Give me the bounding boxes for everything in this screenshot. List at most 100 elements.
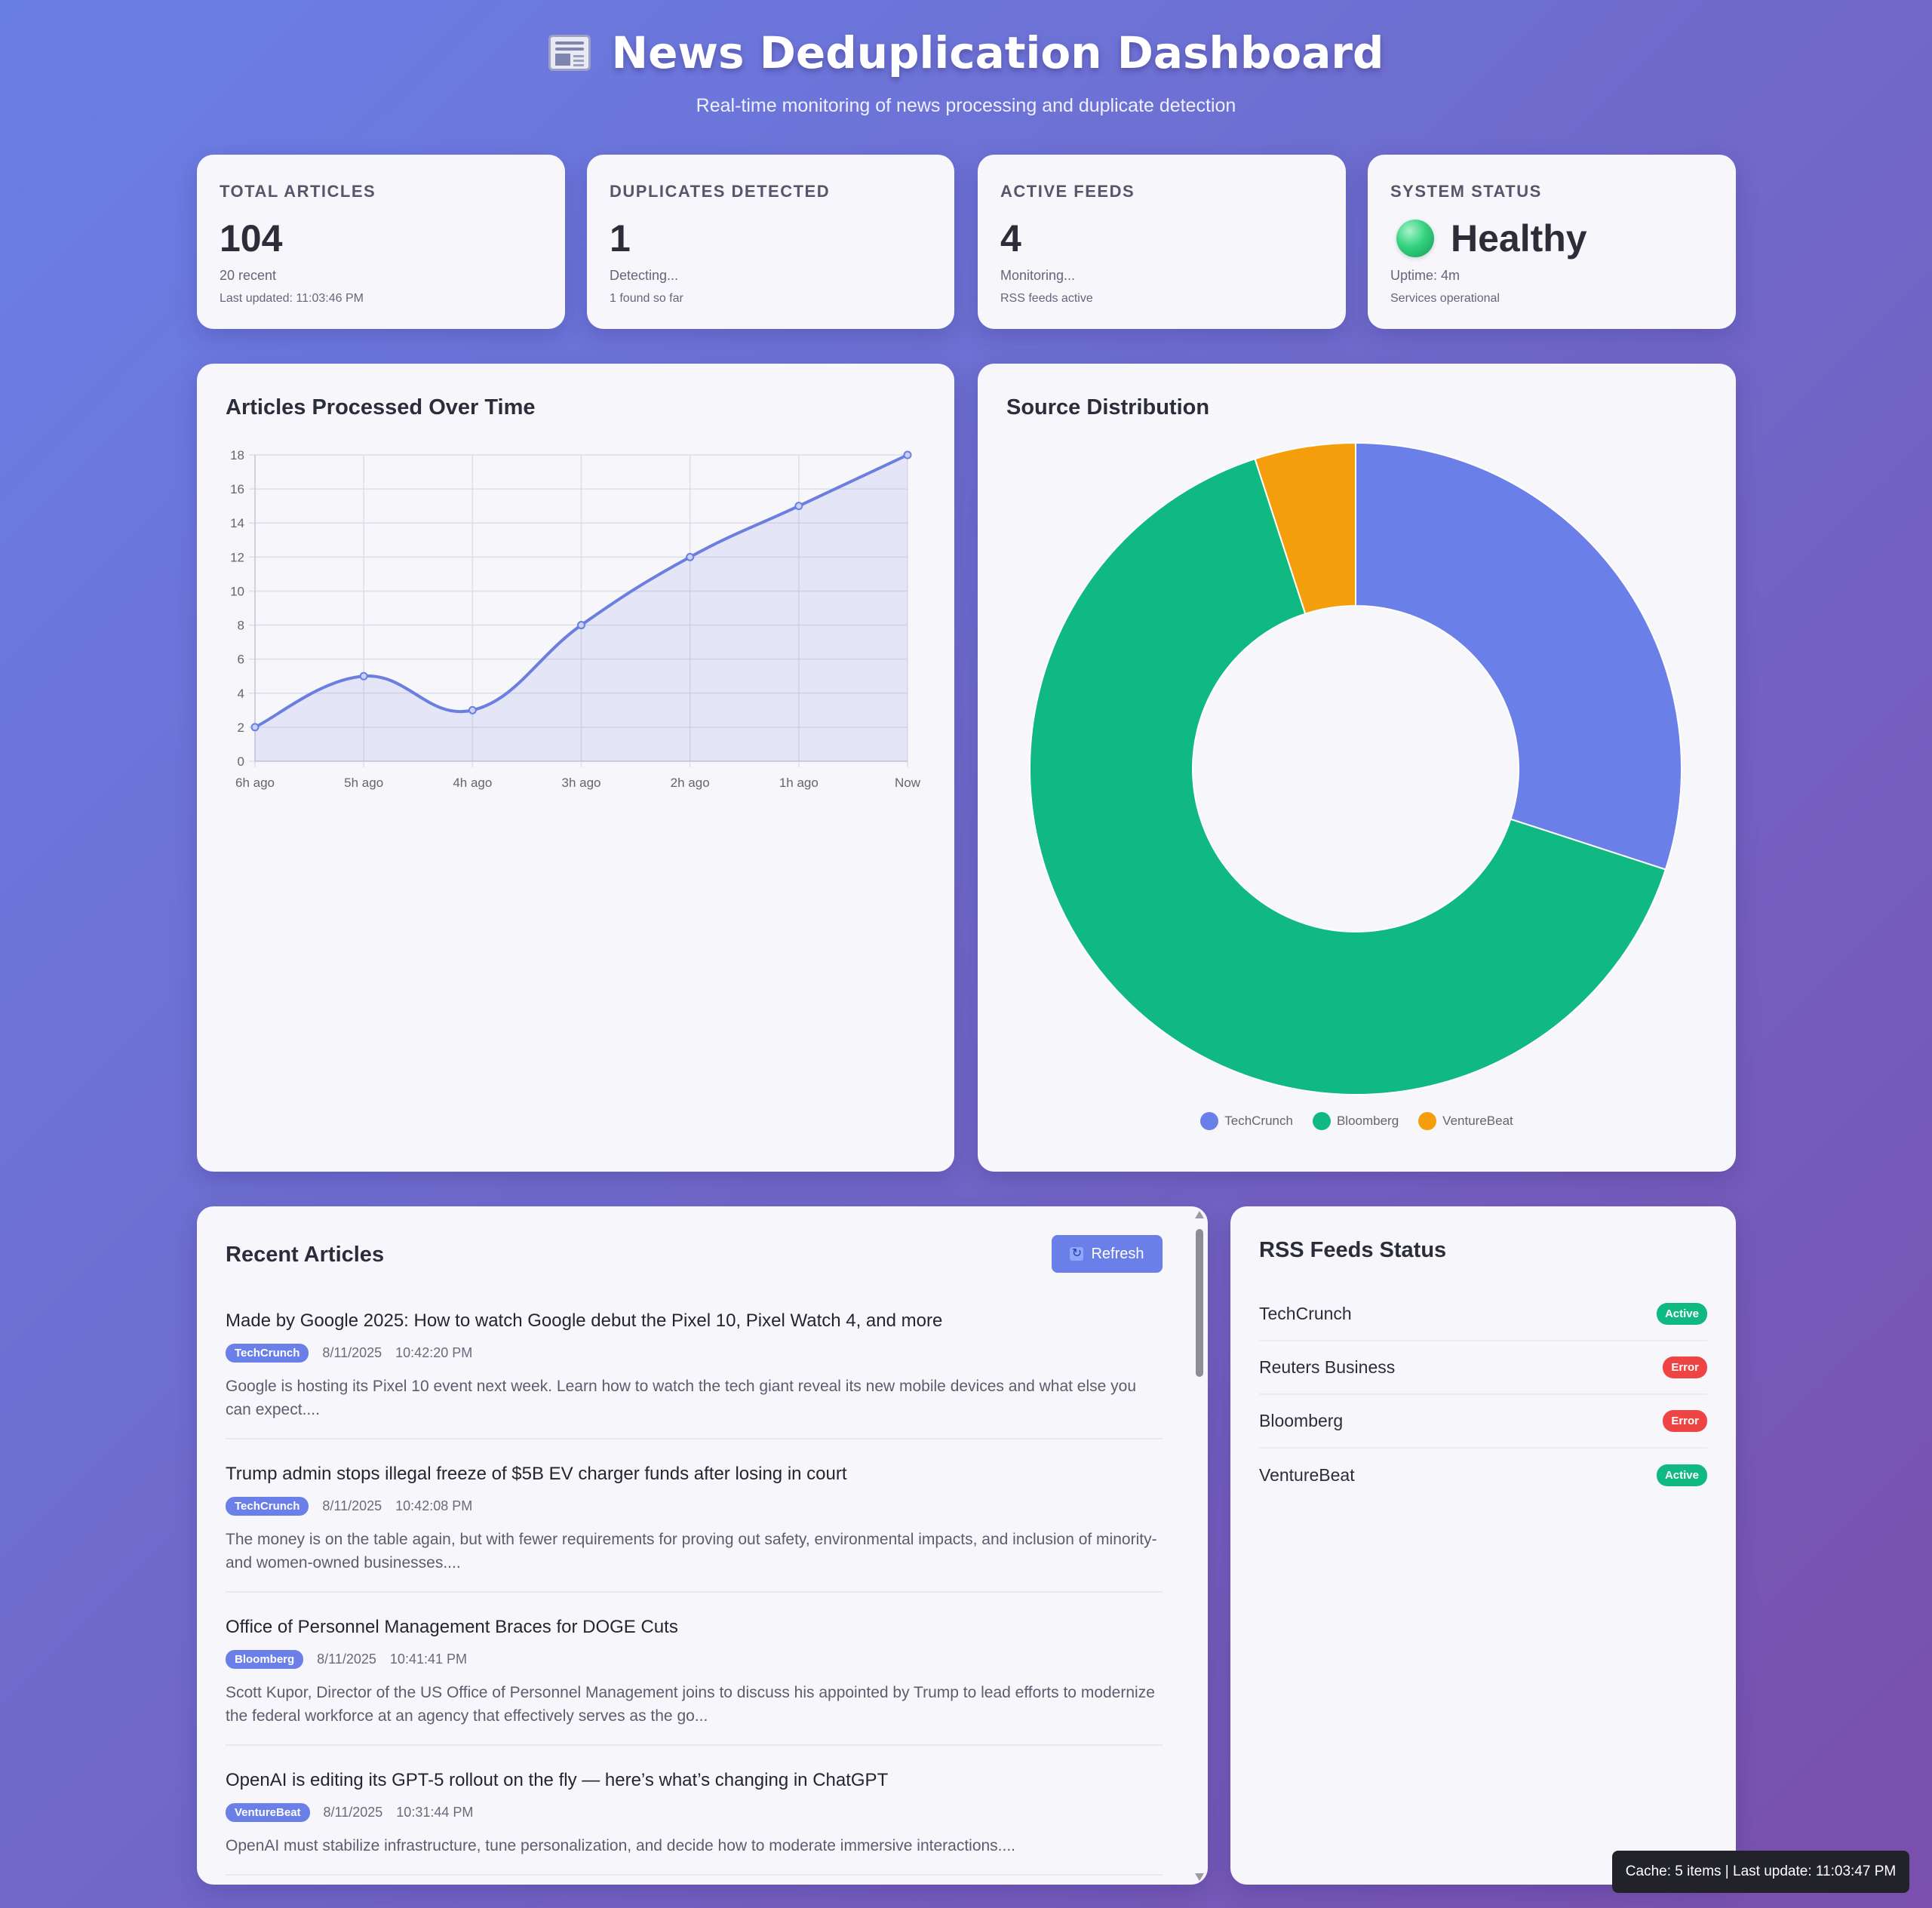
scroll-down-icon[interactable]	[1195, 1873, 1204, 1881]
feed-row: TechCrunch Active	[1259, 1288, 1707, 1341]
x-tick-label: 4h ago	[453, 776, 492, 790]
data-point	[359, 671, 368, 681]
stat-subtext: Services operational	[1390, 292, 1500, 305]
donut-slice-techcrunch	[1355, 441, 1682, 871]
stat-subtext: 1 found so far	[610, 292, 683, 305]
donut-chart	[1029, 441, 1682, 1095]
stat-label: TOTAL ARTICLES	[220, 182, 376, 201]
feed-name: TechCrunch	[1259, 1304, 1352, 1323]
refresh-label: Refresh	[1091, 1245, 1144, 1262]
refresh-icon: ↻	[1070, 1247, 1084, 1261]
page-header: News Deduplication Dashboard Real-time m…	[0, 27, 1932, 117]
x-tick-label: Now	[895, 776, 921, 790]
stat-subtext: Detecting...	[610, 268, 679, 283]
article-date: 8/11/2025	[322, 1498, 382, 1513]
legend-label: Bloomberg	[1336, 1114, 1399, 1128]
feed-row: Bloomberg Error	[1259, 1395, 1707, 1449]
data-point	[686, 552, 695, 561]
legend-swatch	[1312, 1112, 1331, 1130]
article-title[interactable]: OpenAI is editing its GPT-5 rollout on t…	[226, 1770, 1163, 1791]
article-meta: Bloomberg 8/11/2025 10:41:41 PM	[226, 1650, 1163, 1669]
cache-status-toast: Cache: 5 items | Last update: 11:03:47 P…	[1612, 1851, 1909, 1893]
data-point	[250, 723, 260, 732]
scroll-up-icon[interactable]	[1195, 1211, 1204, 1218]
data-point	[903, 450, 912, 459]
stat-card-total-articles: TOTAL ARTICLES 104 20 recent Last update…	[197, 155, 565, 329]
article-description: Scott Kupor, Director of the US Office o…	[226, 1684, 1155, 1725]
stat-label: ACTIVE FEEDS	[1000, 182, 1135, 201]
article-time: 10:41:41 PM	[389, 1651, 467, 1667]
article-item[interactable]: OpenAI is editing its GPT-5 rollout on t…	[226, 1770, 1163, 1876]
feeds-list: TechCrunch Active Reuters Business Error Blo…	[1259, 1288, 1707, 1502]
stat-card-system-status: SYSTEM STATUS Healthy Uptime: 4m Service…	[1368, 155, 1736, 329]
stat-value: Healthy	[1451, 217, 1587, 260]
feed-status-badge: Error	[1663, 1356, 1707, 1378]
article-title[interactable]: Office of Personnel Management Braces fo…	[226, 1617, 1163, 1638]
legend-swatch	[1200, 1112, 1219, 1130]
recent-articles-card: Recent Articles ↻ Refresh Made by Google…	[197, 1206, 1208, 1885]
stat-subtext: 20 recent	[220, 268, 277, 283]
y-tick-label: 14	[230, 516, 244, 530]
refresh-button[interactable]: ↻ Refresh	[1052, 1235, 1163, 1273]
source-badge: Bloomberg	[226, 1650, 304, 1669]
article-item[interactable]: Trump admin stops illegal freeze of $5B …	[226, 1464, 1163, 1593]
stat-subtext: Last updated: 11:03:46 PM	[220, 292, 364, 305]
stat-subtext: Monitoring...	[1000, 268, 1076, 283]
article-item[interactable]: Office of Personnel Management Braces fo…	[226, 1617, 1163, 1746]
y-tick-label: 0	[238, 754, 244, 769]
article-date: 8/11/2025	[317, 1651, 376, 1667]
y-tick-label: 2	[238, 720, 244, 735]
legend-item[interactable]: TechCrunch	[1200, 1112, 1293, 1130]
article-description: OpenAI must stabilize infrastructure, tu…	[226, 1837, 1016, 1854]
feed-status-badge: Error	[1663, 1410, 1707, 1432]
y-tick-label: 4	[238, 687, 244, 701]
feed-status-badge: Active	[1656, 1464, 1707, 1486]
feed-row: VentureBeat Active	[1259, 1449, 1707, 1502]
y-tick-label: 6	[238, 653, 244, 667]
legend-label: TechCrunch	[1224, 1114, 1293, 1128]
line-chart-card: Articles Processed Over Time 0 2 4 6 8 10 12 14…	[197, 364, 954, 1172]
stat-value: 4	[1000, 217, 1021, 260]
y-tick-label: 18	[230, 448, 244, 462]
article-time: 10:42:08 PM	[395, 1498, 473, 1513]
feed-name: VentureBeat	[1259, 1465, 1355, 1485]
line-chart: 0 2 4 6 8 10 12 14 16 18 6h ago 5h ago 4h ago 3h ago 2…	[230, 448, 921, 790]
stat-label: SYSTEM STATUS	[1390, 182, 1542, 201]
data-point	[577, 621, 585, 630]
article-title[interactable]: Made by Google 2025: How to watch Google…	[226, 1310, 1163, 1332]
donut-chart-card: Source Distribution TechCrunch Bloomberg V…	[978, 364, 1736, 1172]
source-badge: VentureBeat	[226, 1803, 310, 1822]
y-tick-label: 8	[238, 619, 244, 633]
title-row: News Deduplication Dashboard	[0, 27, 1932, 78]
section-title: Recent Articles	[226, 1243, 385, 1267]
x-tick-label: 5h ago	[344, 776, 383, 790]
articles-scrollbar[interactable]	[1194, 1211, 1205, 1881]
feed-row: Reuters Business Error	[1259, 1341, 1707, 1395]
stat-card-active-feeds: ACTIVE FEEDS 4 Monitoring... RSS feeds a…	[978, 155, 1346, 329]
legend-swatch	[1418, 1112, 1437, 1130]
feed-name: Bloomberg	[1259, 1411, 1344, 1430]
feed-status-badge: Active	[1656, 1303, 1707, 1325]
y-tick-label: 10	[230, 584, 244, 598]
stat-subtext: Uptime: 4m	[1390, 268, 1461, 283]
status-indicator-icon	[1396, 220, 1434, 257]
x-tick-label: 6h ago	[235, 776, 275, 790]
rss-feeds-card: RSS Feeds Status TechCrunch Active Reuters…	[1230, 1206, 1736, 1885]
legend-item[interactable]: Bloomberg	[1312, 1112, 1399, 1130]
data-point	[468, 705, 477, 714]
stat-subtext: RSS feeds active	[1000, 292, 1093, 305]
article-title[interactable]: Trump admin stops illegal freeze of $5B …	[226, 1464, 1163, 1485]
article-item[interactable]: Made by Google 2025: How to watch Google…	[226, 1310, 1163, 1439]
page-title: News Deduplication Dashboard	[611, 27, 1384, 78]
y-tick-label: 12	[230, 550, 244, 564]
article-meta: TechCrunch 8/11/2025 10:42:20 PM	[226, 1344, 1163, 1363]
data-point	[794, 502, 803, 511]
x-tick-label: 3h ago	[562, 776, 601, 790]
chart-legend: TechCrunch Bloomberg VentureBeat	[978, 1112, 1736, 1130]
article-date: 8/11/2025	[322, 1345, 382, 1360]
article-description: Google is hosting its Pixel 10 event nex…	[226, 1378, 1137, 1418]
legend-item[interactable]: VentureBeat	[1418, 1112, 1513, 1130]
newspaper-icon	[548, 35, 591, 71]
scroll-thumb[interactable]	[1196, 1229, 1203, 1377]
articles-list[interactable]: Made by Google 2025: How to watch Google…	[226, 1310, 1163, 1885]
